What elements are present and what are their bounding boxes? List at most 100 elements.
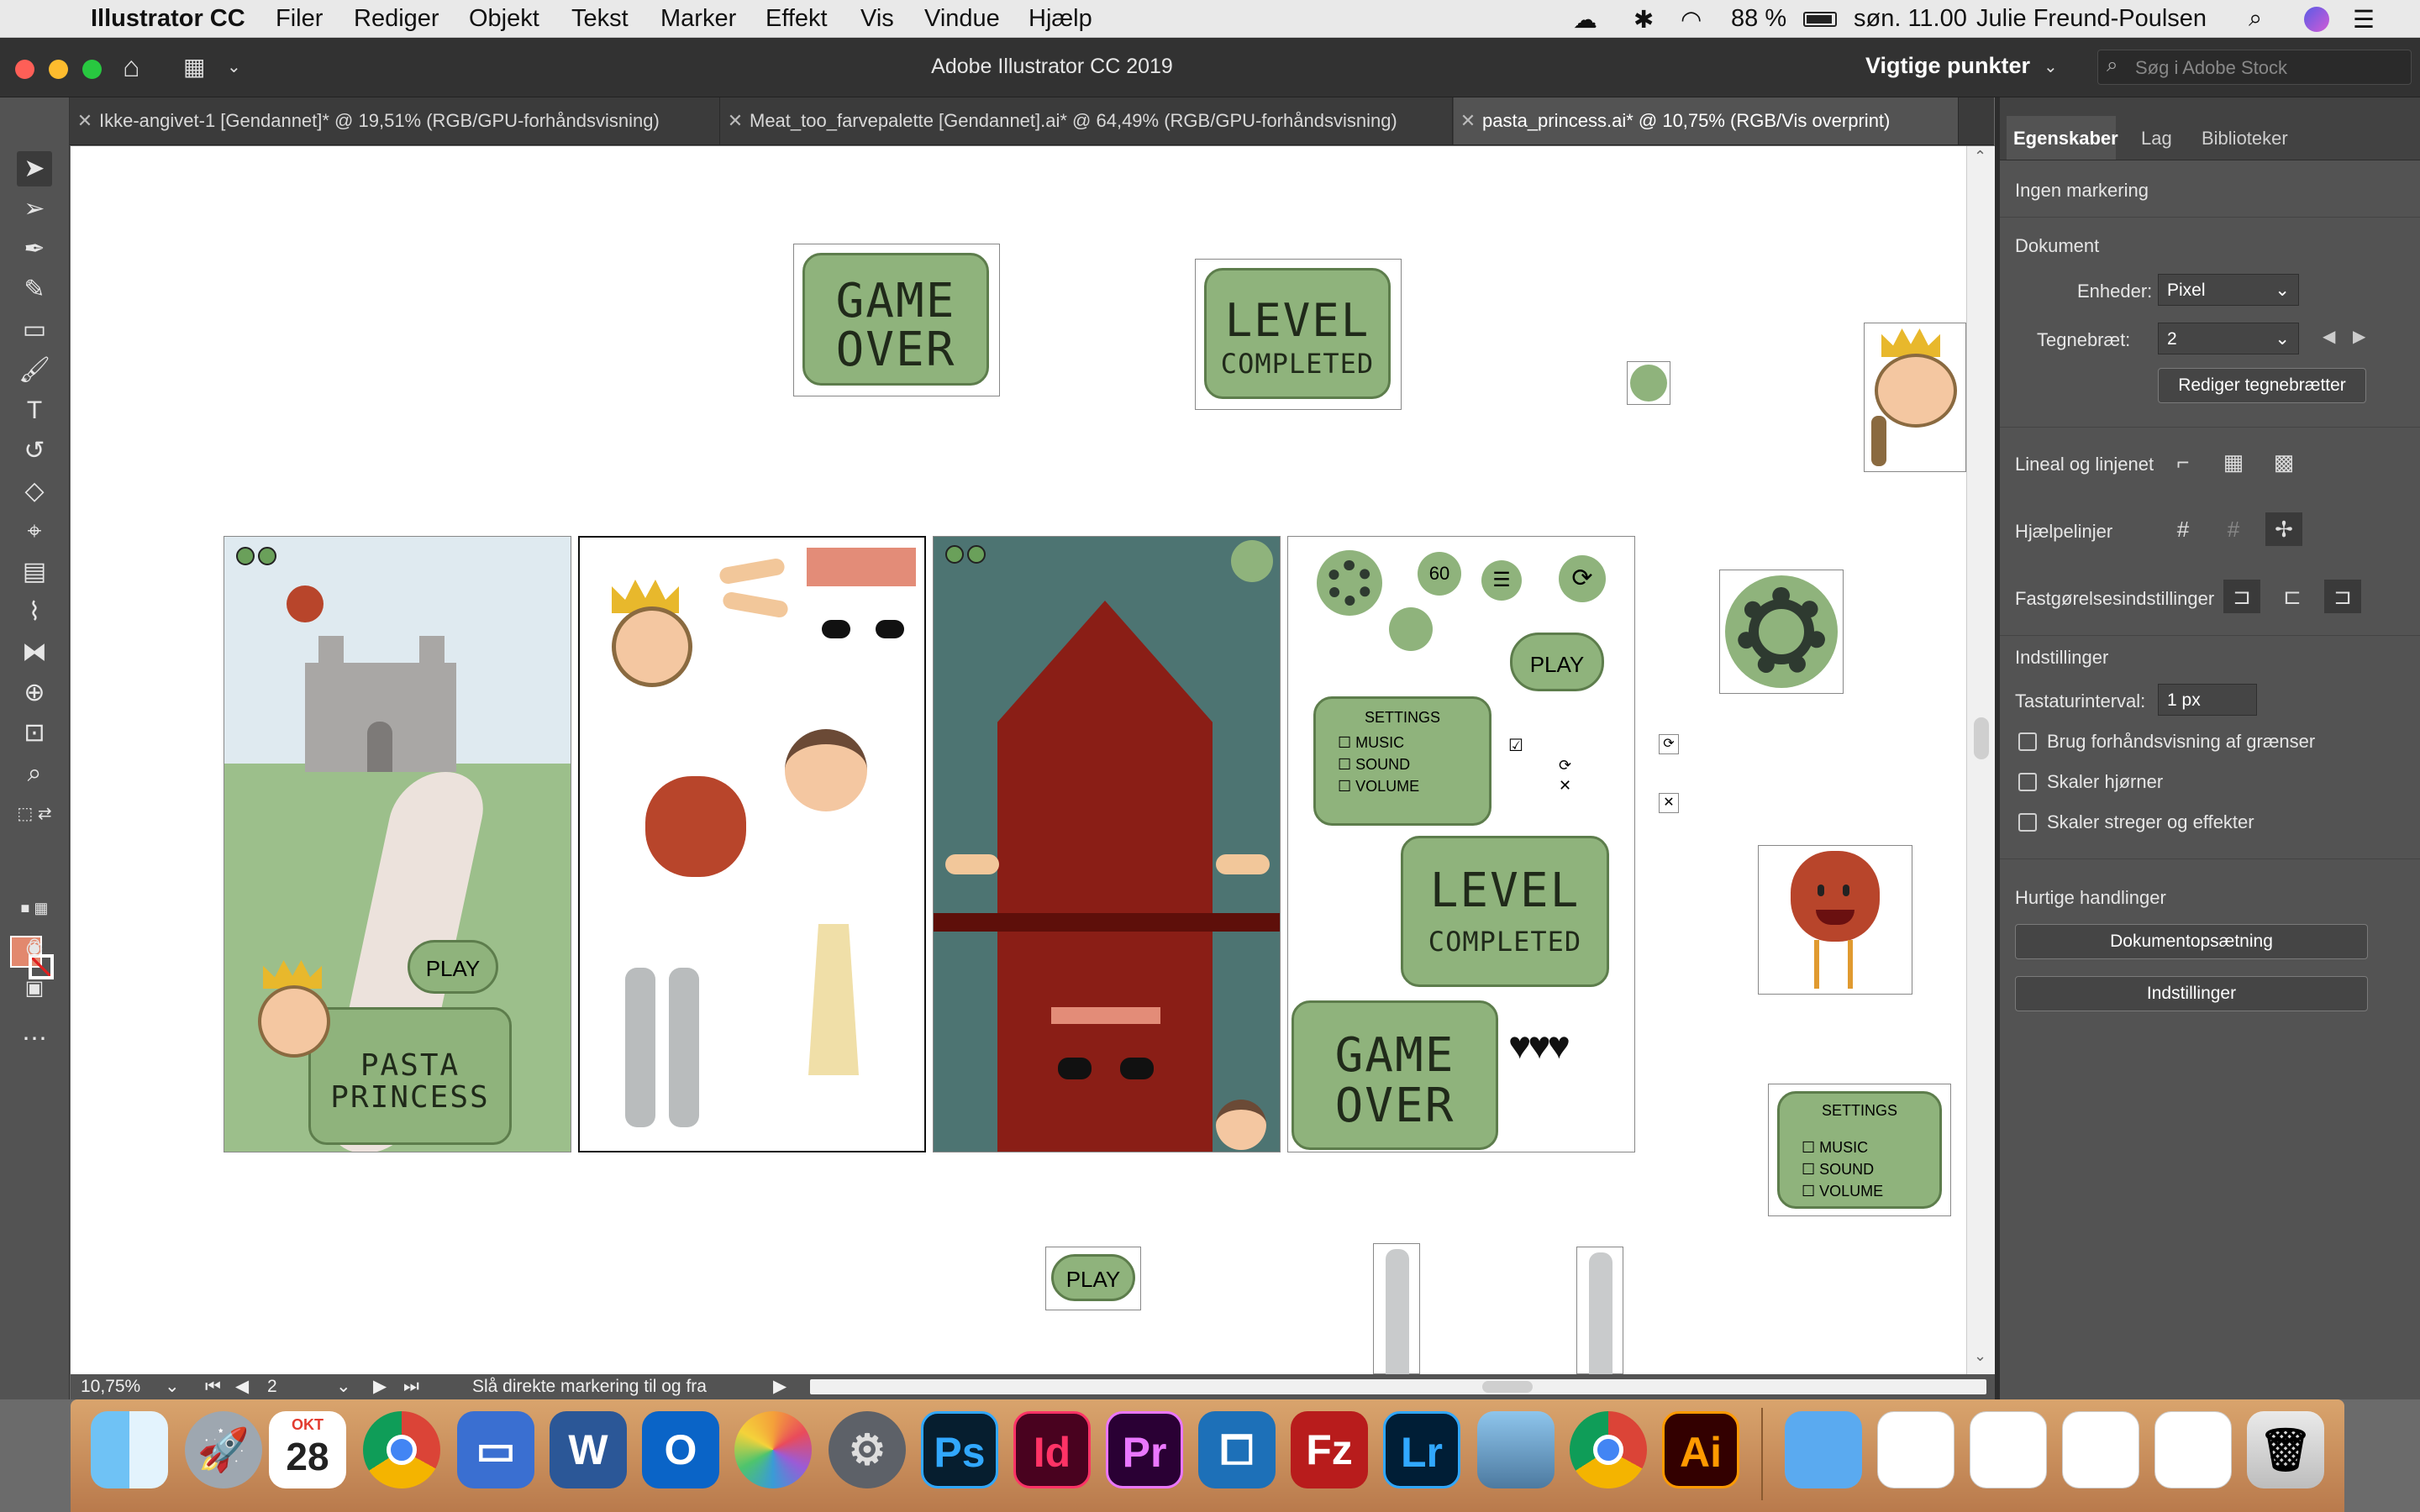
previous-artboard-icon[interactable]: ◀ (2323, 326, 2335, 347)
eraser-tool-icon[interactable]: ◇ (17, 474, 52, 509)
princess-head-artboard[interactable] (1864, 323, 1966, 472)
menu-objekt[interactable]: Objekt (469, 5, 539, 33)
photos-icon[interactable] (734, 1411, 812, 1488)
illustrator-icon[interactable]: Ai (1662, 1411, 1739, 1488)
artboard-ui-elements[interactable]: 60 ☰ ⟳ PLAY SETTINGS ☐ MUSIC ☐ SOUND ☐ V… (1287, 536, 1635, 1152)
level-completed-artboard[interactable]: LEVEL COMPLETED (1195, 259, 1402, 410)
scroll-up-icon[interactable]: ⌃ (1974, 148, 1986, 165)
app-menu[interactable]: Illustrator CC (91, 5, 245, 33)
finder-icon[interactable] (91, 1411, 168, 1488)
small-close-artboard[interactable]: ✕ (1659, 793, 1679, 813)
snap-to-glyph-icon[interactable]: ⊐ (2324, 580, 2361, 613)
small-restart-artboard[interactable]: ⟳ (1659, 734, 1679, 754)
tab-egenskaber[interactable]: Egenskaber (2013, 128, 2118, 150)
lightroom-icon[interactable]: Lr (1383, 1411, 1460, 1488)
scale-corners-checkbox[interactable] (2018, 773, 2037, 791)
document-thumbnail-icon[interactable] (1877, 1411, 1954, 1488)
close-tab-icon[interactable]: ✕ (721, 97, 750, 144)
rectangle-tool-icon[interactable]: ▭ (17, 312, 52, 348)
snap-to-point-icon[interactable]: ⊐ (2223, 580, 2260, 613)
creative-cloud-icon[interactable]: ☁ (1573, 5, 1597, 34)
settings-artboard[interactable]: SETTINGS ☐ MUSIC ☐ SOUND ☐ VOLUME (1768, 1084, 1951, 1216)
screen-mode-icon[interactable]: ▣ (17, 971, 52, 1006)
edit-artboards-button[interactable]: Rediger tegnebrætter (2158, 368, 2366, 403)
indesign-icon[interactable]: Id (1013, 1411, 1091, 1488)
artboard-throne[interactable] (933, 536, 1281, 1152)
chrome-icon[interactable] (363, 1411, 440, 1488)
eyedropper-tool-icon[interactable]: ⌇ (17, 595, 52, 630)
puppet-warp-tool-icon[interactable]: ⌖ (17, 514, 52, 549)
next-artboard-icon[interactable]: ▶ (2353, 326, 2365, 347)
gradient-tool-icon[interactable]: ▤ (17, 554, 52, 590)
fork-artboard-2[interactable] (1576, 1247, 1623, 1374)
status-menu-icon[interactable]: ▶ (773, 1374, 786, 1399)
menu-vis[interactable]: Vis (860, 5, 894, 33)
word-icon[interactable]: W (550, 1411, 627, 1488)
curvature-tool-icon[interactable]: ✎ (17, 272, 52, 307)
preferences-button[interactable]: Indstillinger (2015, 976, 2368, 1011)
wifi-icon[interactable]: ◠ (1681, 5, 1702, 34)
lock-guides-icon[interactable]: # (2215, 512, 2252, 546)
scale-strokes-checkbox[interactable] (2018, 813, 2037, 832)
menu-hjaelp[interactable]: Hjælp (1028, 5, 1092, 33)
direct-selection-tool-icon[interactable]: ➢ (17, 192, 52, 227)
close-tab-icon[interactable]: ✕ (1454, 97, 1482, 144)
zoom-tool-icon[interactable]: ⌕ (17, 756, 52, 791)
preview-bounds-checkbox[interactable] (2018, 732, 2037, 751)
units-select[interactable]: Pixel ⌄ (2158, 274, 2299, 306)
outlook-icon[interactable]: O (642, 1411, 719, 1488)
next-artboard-icon[interactable]: ▶ (373, 1374, 387, 1399)
user-name[interactable]: Julie Freund-Poulsen (1976, 5, 2207, 33)
meatball-artboard[interactable] (1758, 845, 1912, 995)
type-tool-icon[interactable]: T (17, 393, 52, 428)
downloads-folder-icon[interactable] (1785, 1411, 1862, 1488)
blend-tool-icon[interactable]: ⧓ (17, 635, 52, 670)
menu-filer[interactable]: Filer (276, 5, 323, 33)
fork-artboard-1[interactable] (1373, 1243, 1420, 1374)
snap-to-pixel-icon[interactable]: ⊏ (2274, 580, 2311, 613)
launchpad-icon[interactable]: 🚀 (185, 1411, 262, 1488)
shape-builder-tool-icon[interactable]: ⊕ (17, 675, 52, 711)
gear-artboard[interactable] (1719, 570, 1844, 694)
menu-marker[interactable]: Marker (660, 5, 736, 33)
stock-search-input[interactable]: ⌕ Søg i Adobe Stock (2097, 50, 2412, 85)
horizontal-scrollbar[interactable] (810, 1379, 1986, 1394)
tab-document-2[interactable]: ✕ Meat_too_farvepalette [Gendannet].ai* @… (721, 97, 1453, 144)
premiere-icon[interactable]: Pr (1106, 1411, 1183, 1488)
artboard-canvas[interactable]: GAME OVER LEVEL COMPLETED ⟳ ✕ SETTINGS ☐… (71, 146, 1966, 1374)
document-thumbnail-icon[interactable] (1970, 1411, 2047, 1488)
chevron-down-icon[interactable]: ⌄ (336, 1374, 351, 1399)
paintbrush-tool-icon[interactable]: 🖌 (17, 353, 52, 388)
default-colors-icon[interactable]: ⬚ ⇄ (17, 796, 52, 832)
battery-text[interactable]: 88 % (1731, 5, 1786, 33)
scroll-thumb[interactable] (1974, 717, 1989, 759)
filezilla-icon[interactable]: Fz (1291, 1411, 1368, 1488)
play-artboard[interactable]: PLAY (1045, 1247, 1141, 1310)
keynote-icon[interactable]: ▭ (457, 1411, 534, 1488)
spotlight-icon[interactable]: ⌕ (2249, 5, 2262, 33)
close-tab-icon[interactable]: ✕ (71, 97, 99, 144)
game-over-artboard[interactable]: GAME OVER (793, 244, 1000, 396)
first-artboard-icon[interactable]: ⏮ (205, 1374, 221, 1399)
more-tools-icon[interactable]: ⋯ (17, 1021, 52, 1057)
chevron-down-icon[interactable]: ⌄ (2044, 56, 2058, 77)
tab-lag[interactable]: Lag (2141, 128, 2172, 150)
menu-effekt[interactable]: Effekt (765, 5, 828, 33)
smart-guides-icon[interactable]: ✢ (2265, 512, 2302, 546)
notification-center-icon[interactable]: ☰ (2353, 5, 2375, 34)
document-setup-button[interactable]: Dokumentopsætning (2015, 924, 2368, 959)
menu-vindue[interactable]: Vindue (924, 5, 1000, 33)
tab-biblioteker[interactable]: Biblioteker (2202, 128, 2288, 150)
document-thumbnail-icon[interactable] (2154, 1411, 2232, 1488)
draw-mode-icon[interactable]: ◉ (17, 931, 52, 966)
bracket-icon[interactable]: ⧠ (1198, 1411, 1276, 1488)
trash-icon[interactable]: 🗑 (2247, 1411, 2324, 1488)
artboard-number[interactable]: 2 (267, 1374, 277, 1399)
key-increment-input[interactable]: 1 px (2158, 684, 2257, 716)
small-circle-artboard[interactable] (1627, 361, 1670, 405)
document-thumbnail-icon[interactable] (2062, 1411, 2139, 1488)
rotate-tool-icon[interactable]: ↺ (17, 433, 52, 469)
artboard-select[interactable]: 2 ⌄ (2158, 323, 2299, 354)
last-artboard-icon[interactable]: ⏭ (403, 1374, 419, 1399)
scroll-down-icon[interactable]: ⌄ (1974, 1347, 1986, 1365)
